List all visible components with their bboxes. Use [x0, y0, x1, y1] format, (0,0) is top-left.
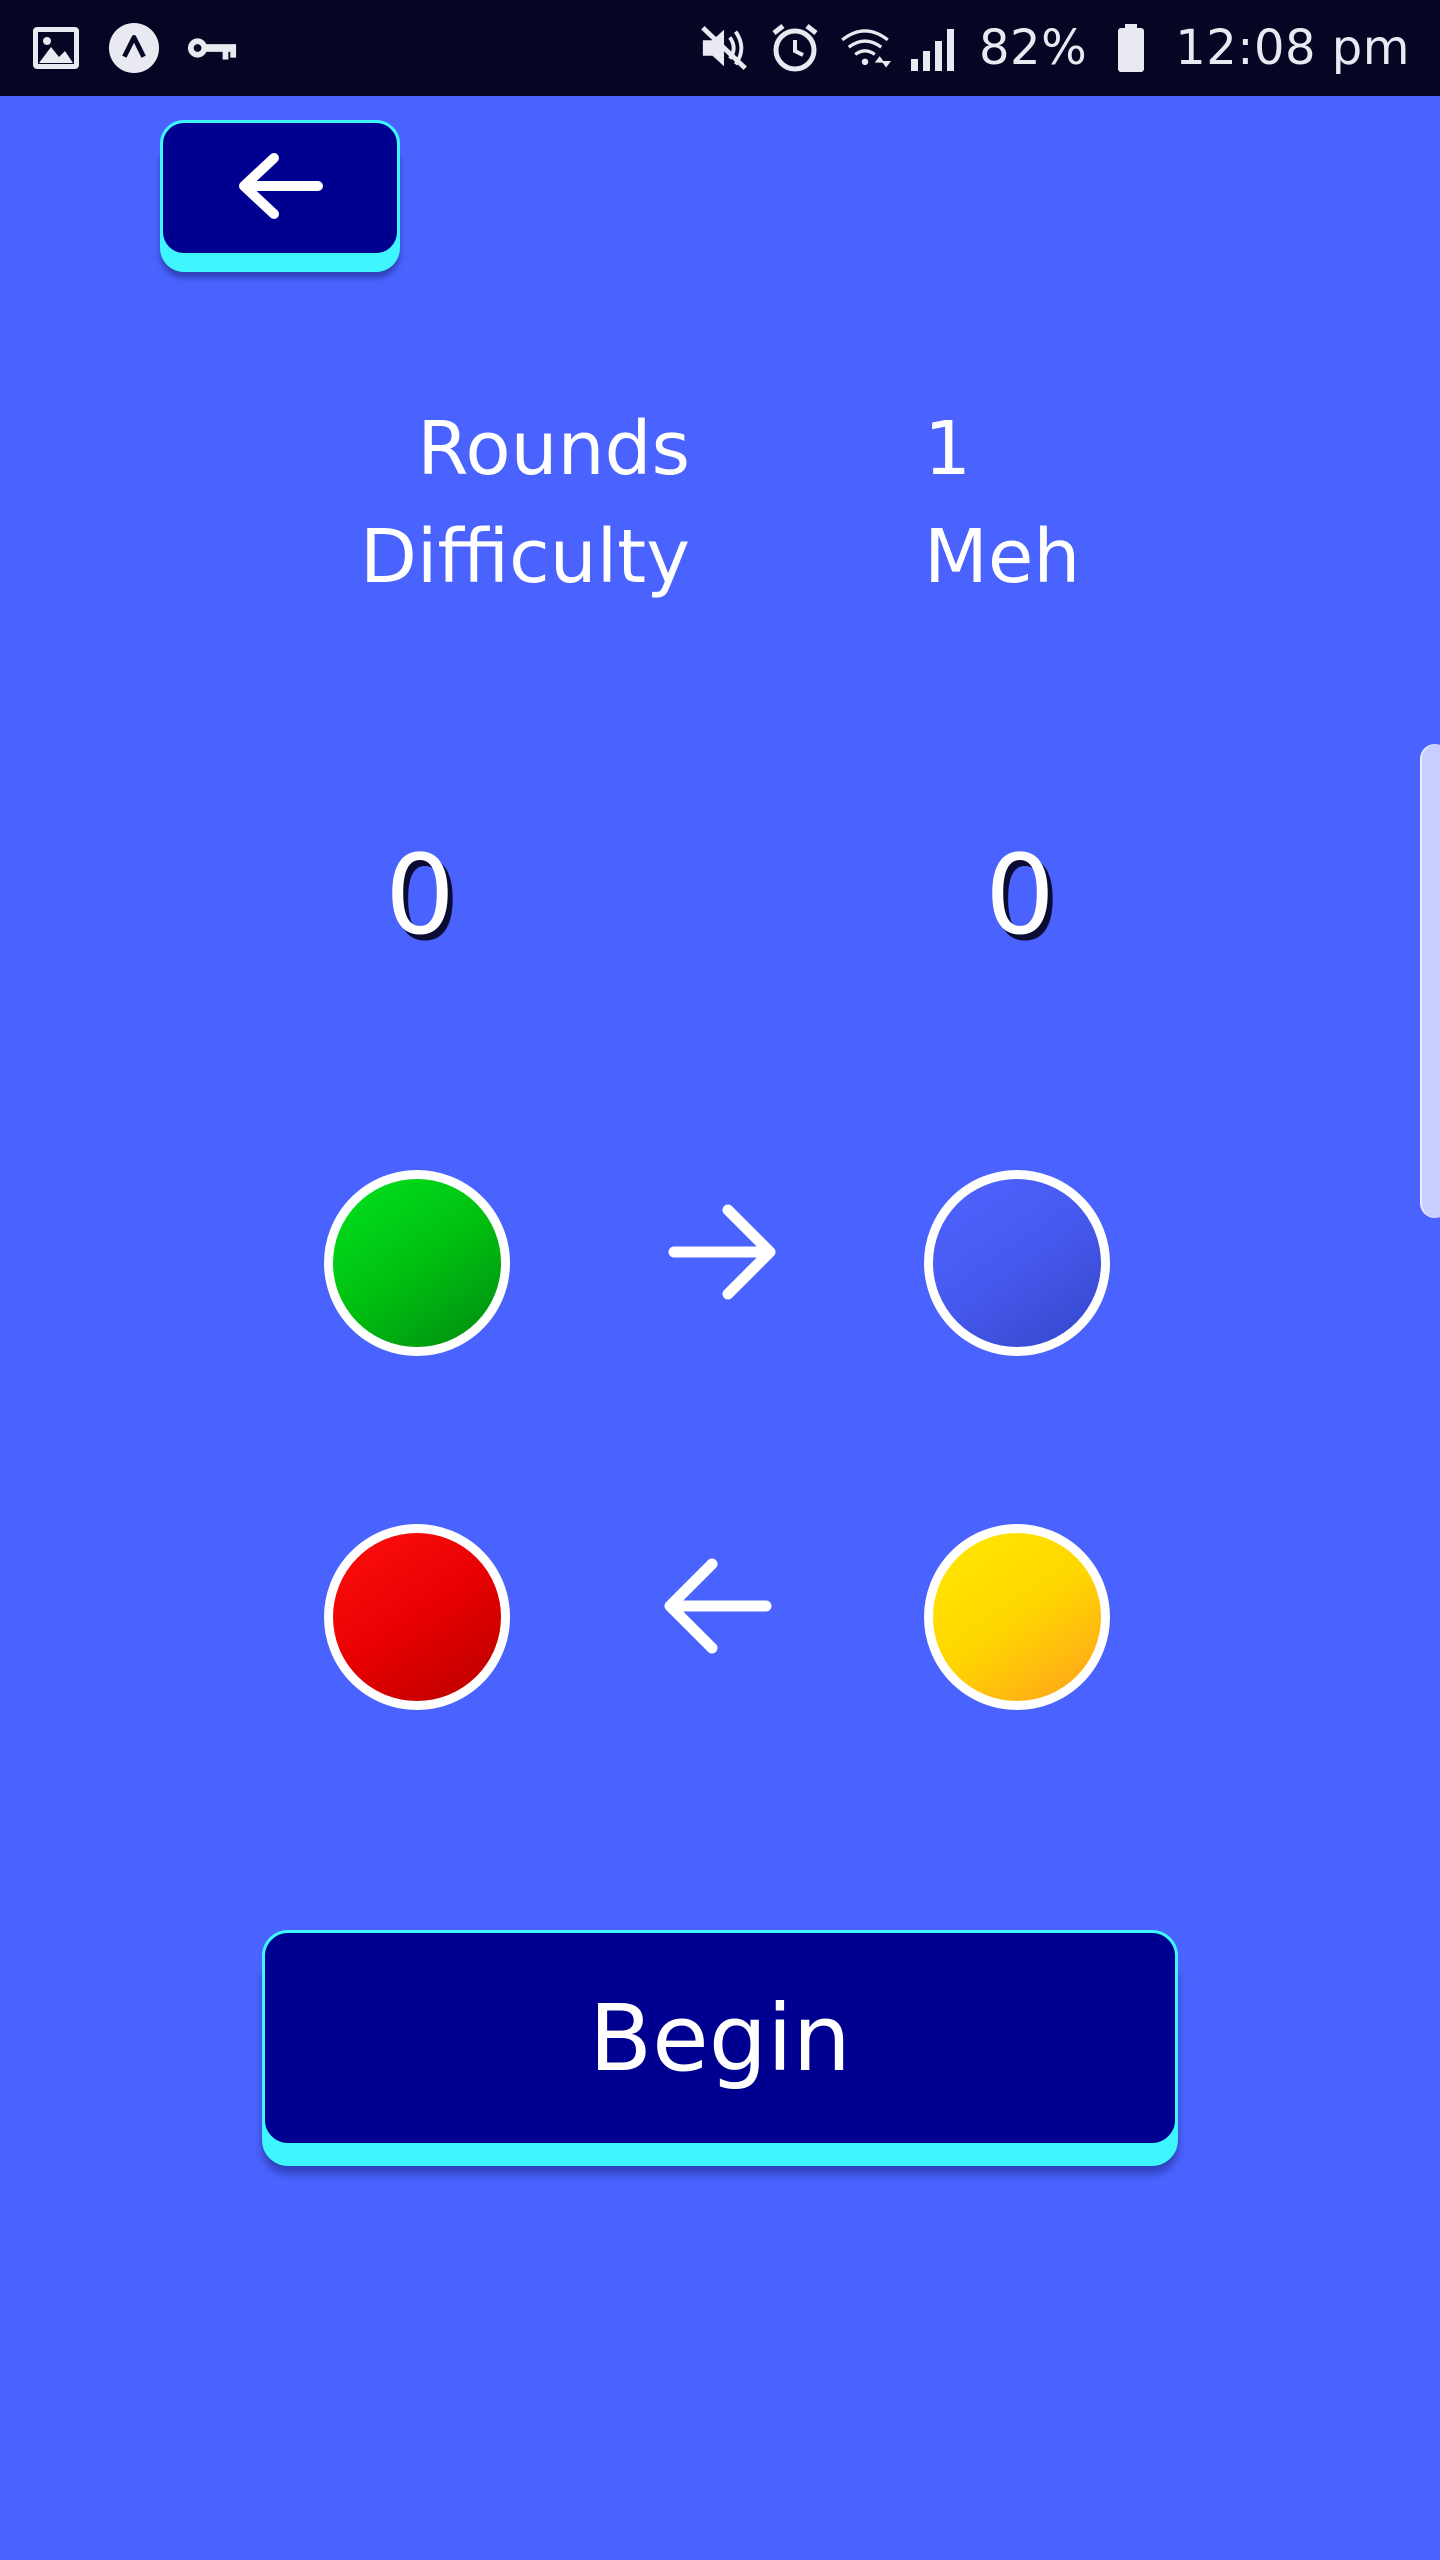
wifi-icon [839, 22, 891, 74]
alarm-icon [769, 22, 821, 74]
mute-icon [699, 22, 751, 74]
left-score: 0 [385, 831, 455, 959]
status-left-icons [30, 22, 238, 74]
green-circle[interactable] [324, 1170, 510, 1356]
red-circle[interactable] [324, 1524, 510, 1710]
difficulty-label: Difficulty [359, 514, 690, 600]
back-button[interactable] [160, 120, 400, 256]
status-right-icons: 82% 12:08 pm [699, 20, 1410, 76]
battery-icon [1105, 22, 1157, 74]
battery-percent: 82% [979, 20, 1088, 76]
arrow-left-icon [656, 1546, 776, 1666]
rounds-value: 1 [924, 406, 972, 492]
yellow-circle[interactable] [924, 1524, 1110, 1710]
status-bar: 82% 12:08 pm [0, 0, 1440, 96]
blue-circle[interactable] [924, 1170, 1110, 1356]
gallery-icon [30, 22, 82, 74]
vpn-key-icon [186, 22, 238, 74]
begin-button-label: Begin [589, 1984, 851, 2092]
scroll-indicator[interactable] [1420, 744, 1440, 1218]
app-notification-icon [108, 22, 160, 74]
status-time: 12:08 pm [1175, 20, 1410, 76]
difficulty-value: Meh [924, 514, 1081, 600]
rounds-label: Rounds [417, 406, 690, 492]
signal-icon [909, 22, 961, 74]
begin-button[interactable]: Begin [262, 1930, 1178, 2146]
right-score: 0 [985, 831, 1055, 959]
arrow-left-icon [234, 150, 326, 226]
arrow-right-icon [664, 1192, 784, 1312]
